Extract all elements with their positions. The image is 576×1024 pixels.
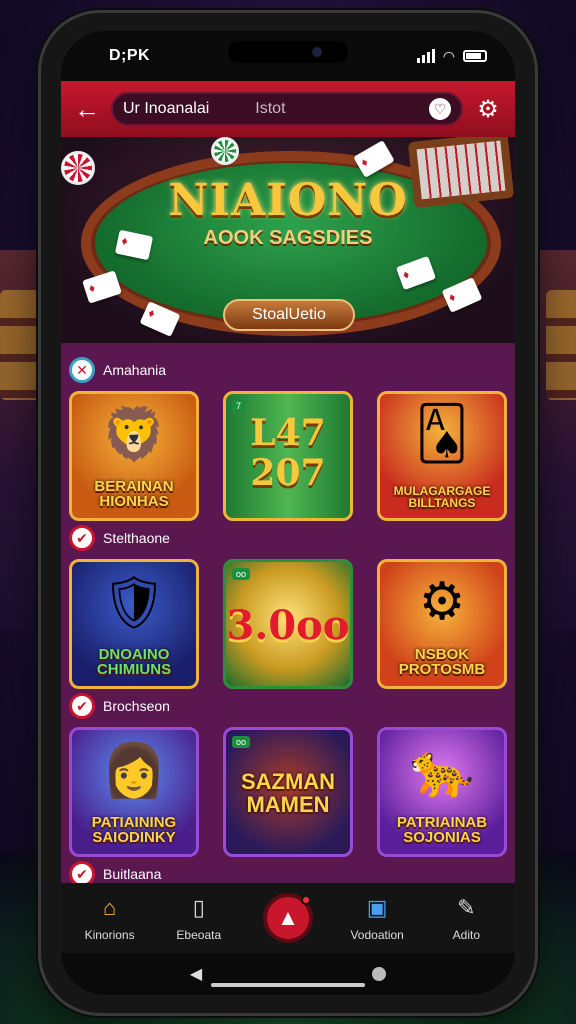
- section-header: ✔ Stelthaone: [69, 523, 507, 553]
- game-title: NSBOK PROTOSMB: [398, 645, 486, 679]
- back-arrow-icon[interactable]: ←: [71, 93, 103, 125]
- game-tile[interactable]: oo 3.0oo: [223, 559, 353, 689]
- phone-screen: D;PK ◠ ← Ur Inoanalai Istot ♡ ⚙ ♦ ♦ ♦ ♦ …: [61, 31, 515, 995]
- phone-frame: D;PK ◠ ← Ur Inoanalai Istot ♡ ⚙ ♦ ♦ ♦ ♦ …: [38, 10, 538, 1016]
- status-icons: ◠: [416, 47, 487, 65]
- check-icon: ✔: [69, 693, 95, 719]
- slot-reel-numbers: L47 207: [250, 412, 326, 494]
- center-action-button[interactable]: ▲: [262, 893, 313, 943]
- cannon-icon: ⚙: [418, 573, 466, 631]
- game-tile[interactable]: 🛡 DNOAINO CHIMIUNS: [69, 559, 199, 689]
- heart-icon[interactable]: ♡: [429, 98, 451, 120]
- home-indicator[interactable]: [211, 983, 365, 987]
- woman-icon: 👩: [101, 742, 167, 800]
- woman-cards-icon: 🂡: [415, 405, 469, 463]
- game-tile[interactable]: 🂡 MULAGARGAGE BILLTANGS: [377, 391, 507, 521]
- game-tile[interactable]: ⚙ NSBOK PROTOSMB: [377, 559, 507, 689]
- section-header: ✕ Amahania: [69, 355, 507, 385]
- home-icon: ⌂: [102, 895, 117, 920]
- poker-chip-icon: [211, 137, 239, 165]
- check-icon: ✔: [69, 525, 95, 551]
- game-tile[interactable]: 🐆 PATRIAINAB SOJONIAS: [377, 727, 507, 857]
- nav-label: Adito: [452, 928, 481, 942]
- game-row: 🦁 BERAINAN HIONHAS 7 L47 207 🂡 MULAGARGA…: [69, 391, 507, 521]
- pencil-icon: ✎: [457, 895, 476, 920]
- signal-icon: [416, 49, 435, 63]
- system-home-icon[interactable]: [372, 967, 387, 981]
- game-badge: 7: [232, 400, 246, 412]
- game-title: SAZMAN MAMEN: [240, 768, 336, 817]
- notification-dot: [300, 895, 311, 905]
- tools-icon: ✕: [69, 357, 95, 383]
- section-1: ✕ Amahania 🦁 BERAINAN HIONHAS 7 L47 207 …: [69, 355, 507, 521]
- game-badge: oo: [232, 568, 251, 580]
- game-row: 👩 PATIAINING SAIODINKY oo SAZMAN MAMEN 🐆…: [69, 727, 507, 857]
- gear-icon[interactable]: ⚙: [471, 92, 505, 126]
- status-time: D;PK: [109, 47, 151, 64]
- nav-item-center[interactable]: ▲: [248, 893, 328, 943]
- game-badge: oo: [232, 736, 251, 748]
- lion-icon: 🐆: [409, 742, 475, 800]
- game-tile[interactable]: oo SAZMAN MAMEN: [223, 727, 353, 857]
- section-3: ✔ Brochseon 👩 PATIAINING SAIODINKY oo SA…: [69, 691, 507, 857]
- hero-banner[interactable]: NIAIONO AOOK SAGSDIES StoalUetio: [61, 137, 515, 343]
- game-title: DNOAINO CHIMIUNS: [96, 645, 172, 679]
- check-icon: ✔: [69, 861, 95, 883]
- search-bar[interactable]: Ur Inoanalai Istot ♡: [111, 92, 463, 126]
- nav-label: Kinorions: [84, 928, 135, 942]
- section-header: ✔ Buitlaana: [69, 859, 507, 883]
- app-top-bar: ← Ur Inoanalai Istot ♡ ⚙: [61, 81, 515, 137]
- lion-icon: 🦁: [101, 406, 167, 464]
- section-title: Brochseon: [103, 698, 170, 714]
- game-title: PATRIAINAB SOJONIAS: [396, 813, 488, 847]
- nav-item-box[interactable]: ▣ Vodoation: [337, 894, 417, 942]
- woman-shield-icon: 🛡: [100, 574, 168, 632]
- wifi-icon: ◠: [442, 47, 455, 64]
- jackpot-amount: 3.0oo: [226, 602, 350, 649]
- box-icon: ▣: [366, 895, 388, 920]
- nav-item-home[interactable]: ⌂ Kinorions: [70, 894, 150, 942]
- game-title: BERAINAN HIONHAS: [94, 477, 174, 511]
- hero-cta-button[interactable]: StoalUetio: [223, 299, 355, 331]
- game-title: MULAGARGAGE BILLTANGS: [393, 483, 491, 511]
- system-back-icon[interactable]: ◀: [190, 964, 202, 984]
- section-header: ✔ Brochseon: [69, 691, 507, 721]
- nav-item-edit[interactable]: ✎ Adito: [426, 894, 506, 942]
- game-tile[interactable]: 🦁 BERAINAN HIONHAS: [69, 391, 199, 521]
- camera-notch: [228, 41, 348, 63]
- hero-title: NIAIONO: [168, 175, 408, 226]
- search-input-value[interactable]: Ur Inoanalai: [123, 100, 209, 118]
- bottom-navigation: ⌂ Kinorions ▯ Ebeoata ▲ ▣ Vodoation ✎ Ad…: [61, 883, 515, 953]
- section-2: ✔ Stelthaone 🛡 DNOAINO CHIMIUNS oo 3.0oo…: [69, 523, 507, 689]
- hero-subtitle: AOOK SAGSDIES: [203, 227, 373, 249]
- section-title: Amahania: [103, 362, 167, 378]
- camera-icon: [312, 47, 322, 57]
- battery-icon: [463, 50, 487, 62]
- nav-item-games[interactable]: ▯ Ebeoata: [159, 894, 239, 942]
- nav-label: Vodoation: [350, 928, 404, 942]
- game-title: PATIAINING SAIODINKY: [91, 813, 177, 847]
- search-placeholder: Istot: [255, 100, 286, 117]
- game-tile[interactable]: 👩 PATIAINING SAIODINKY: [69, 727, 199, 857]
- section-title: Buitlaana: [103, 866, 162, 882]
- playing-card-icon: [82, 270, 122, 304]
- game-row: 🛡 DNOAINO CHIMIUNS oo 3.0oo ⚙ NSBOK PROT…: [69, 559, 507, 689]
- nav-label: Ebeoata: [176, 928, 222, 942]
- section-title: Stelthaone: [103, 530, 170, 546]
- section-4: ✔ Buitlaana: [69, 859, 507, 883]
- game-list: ✕ Amahania 🦁 BERAINAN HIONHAS 7 L47 207 …: [61, 343, 515, 883]
- document-icon: ▯: [192, 895, 205, 920]
- game-tile[interactable]: 7 L47 207: [223, 391, 353, 521]
- system-navigation: ◀: [61, 953, 515, 995]
- status-bar: D;PK ◠: [61, 31, 515, 81]
